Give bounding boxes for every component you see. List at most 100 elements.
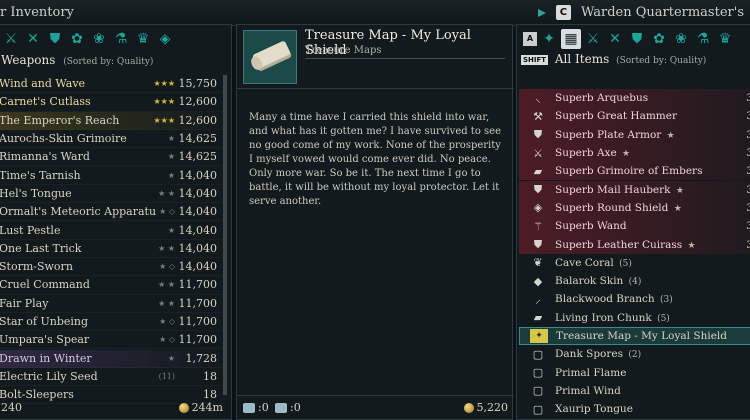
- coin-icon: [178, 403, 189, 413]
- list-item[interactable]: Carnet's Cutlass ★★★ 12,600: [0, 93, 227, 112]
- item-icon: ▰: [533, 164, 543, 178]
- item-name: Cave Coral (5): [555, 257, 745, 269]
- inventory-title: r Inventory: [0, 5, 74, 20]
- item-icon: ▢: [532, 384, 544, 398]
- list-item[interactable]: ▢ Xaurip Tongue: [519, 400, 750, 418]
- potion-icon[interactable]: ⚗: [111, 29, 131, 49]
- item-name-text: Superb Axe: [555, 147, 617, 160]
- quality-stars: (11): [158, 371, 175, 381]
- item-name: Wind and Wave: [0, 77, 86, 91]
- list-item[interactable]: ⸝ Blackwood Branch (3): [519, 290, 750, 308]
- item-icon: ❦: [533, 256, 543, 270]
- item-value: 12,600: [178, 95, 218, 109]
- right-sort-label[interactable]: (Sorted by: Quality): [616, 56, 706, 66]
- item-name-text: Cave Coral: [555, 256, 614, 269]
- list-item[interactable]: Lust Pestle ★ 14,040: [0, 221, 227, 240]
- item-value: 11,700: [178, 278, 218, 292]
- list-item[interactable]: ◆ Balarok Skin (4): [519, 272, 750, 290]
- sword-icon[interactable]: ⚔: [583, 29, 603, 49]
- vendor-inventory-panel: A ✦ ▦ ⚔ ✕ ⛊ ✿ ❀ ⚗ ♛ SHIFT All Items (Sor…: [516, 24, 750, 420]
- coin-icon: [463, 403, 474, 413]
- gem-icon[interactable]: ✿: [67, 29, 87, 49]
- crown-icon[interactable]: ♛: [133, 29, 153, 49]
- list-item[interactable]: Cruel Command ★ ★ 11,700: [0, 276, 227, 295]
- left-scrollbar[interactable]: [223, 75, 227, 395]
- item-count: (5): [657, 313, 670, 324]
- item-name-text: Primal Wind: [555, 384, 621, 397]
- axes-icon[interactable]: ✕: [23, 29, 43, 49]
- list-item[interactable]: Electric Lily Seed (11) 18: [0, 368, 227, 387]
- list-item[interactable]: One Last Trick ★ ★ 14,040: [0, 240, 227, 258]
- item-name: Drawn in Winter: [0, 351, 92, 365]
- list-item[interactable]: ⛊ Superb Leather Cuirass ★ 3: [519, 235, 750, 254]
- list-item[interactable]: ⛊ Superb Mail Hauberk ★ 3: [519, 180, 750, 199]
- list-item[interactable]: Aurochs-Skin Grimoire ★ 14,625: [0, 130, 227, 149]
- list-item[interactable]: Umpara's Spear ★ ◇ 11,700: [0, 331, 227, 350]
- stat-a: :0: [243, 401, 269, 414]
- left-list-header: Weapons (Sorted by: Quality): [1, 53, 153, 73]
- item-value: 11,700: [178, 315, 218, 329]
- stat-b: :0: [275, 401, 301, 414]
- list-item[interactable]: Time's Tarnish ★ 14,040: [0, 167, 227, 185]
- scroll-icon: [251, 40, 293, 72]
- list-item[interactable]: Storm-Sworn ★ ◇ 14,040: [0, 258, 227, 277]
- list-item[interactable]: The Emperor's Reach ★★★ 12,600: [0, 111, 227, 130]
- item-qty: 3: [746, 128, 750, 141]
- item-name: Primal Flame: [555, 367, 745, 379]
- item-name: Time's Tarnish: [0, 168, 81, 182]
- list-item[interactable]: Rimanna's Ward ★ 14,625: [0, 148, 227, 167]
- sword-icon[interactable]: ⚔: [1, 29, 21, 49]
- armor-icon[interactable]: ⛊: [627, 29, 647, 49]
- quality-stars: ★ ★: [158, 280, 175, 290]
- axes-icon[interactable]: ✕: [605, 29, 625, 49]
- list-item[interactable]: ✦ Treasure Map - My Loyal Shield: [519, 326, 750, 346]
- list-item[interactable]: ⛊ Superb Plate Armor ★ 3: [519, 125, 750, 144]
- list-item[interactable]: ⚚ Superb Wand 3: [519, 217, 750, 236]
- item-count: ★: [622, 149, 631, 160]
- item-icon: ⚒: [533, 109, 543, 123]
- list-item[interactable]: Drawn in Winter ★ 1,728: [0, 349, 227, 368]
- chest-icon[interactable]: ▦: [561, 29, 581, 49]
- list-item[interactable]: Wind and Wave ★★★ 15,750: [0, 75, 227, 94]
- item-name-text: Blackwood Branch: [555, 293, 655, 306]
- flowers-icon[interactable]: ❀: [89, 29, 109, 49]
- list-item[interactable]: ▰ Living Iron Chunk (5): [519, 309, 750, 327]
- item-count: 240: [1, 401, 22, 414]
- item-icon: ✦: [530, 329, 548, 344]
- item-qty: 3: [746, 183, 750, 196]
- quality-stars: ★★★: [153, 79, 175, 89]
- favorite-icon[interactable]: ✦: [539, 29, 559, 49]
- item-name: Balarok Skin (4): [555, 275, 745, 287]
- crown-icon[interactable]: ♛: [715, 29, 735, 49]
- quality-stars: ★ ★: [158, 188, 175, 198]
- list-item[interactable]: Fair Play ★ ★ 11,700: [0, 295, 227, 313]
- gem-icon[interactable]: ✿: [649, 29, 669, 49]
- list-item[interactable]: ◈ Superb Round Shield ★ 3: [519, 198, 750, 218]
- item-name: Umpara's Spear: [0, 333, 90, 347]
- diamond-icon[interactable]: ◈: [155, 29, 175, 49]
- left-sort-label[interactable]: (Sorted by: Quality): [63, 57, 153, 67]
- coins-readout: 5,220: [463, 401, 508, 414]
- list-item[interactable]: ▢ Dank Spores (2): [519, 345, 750, 363]
- item-name-text: Superb Round Shield: [555, 201, 669, 214]
- quality-stars: ★★★: [153, 115, 175, 125]
- item-icon: ◆: [533, 274, 543, 288]
- item-value: 12,600: [178, 113, 218, 127]
- list-item[interactable]: ⸜ Superb Arquebus 3: [519, 89, 750, 108]
- flowers-icon[interactable]: ❀: [671, 29, 691, 49]
- item-name: Ormalt's Meteoric Apparatus: [0, 205, 157, 219]
- list-item[interactable]: ▢ Primal Flame: [519, 364, 750, 382]
- list-item[interactable]: Ormalt's Meteoric Apparatus ★ ◇ 14,040: [0, 203, 227, 222]
- list-item[interactable]: ⚔ Superb Axe ★ 3: [519, 143, 750, 163]
- list-item[interactable]: ⚒ Superb Great Hammer 3: [519, 107, 750, 126]
- list-item[interactable]: ▰ Superb Grimoire of Embers 3: [519, 162, 750, 181]
- armor-icon[interactable]: ⛊: [45, 29, 65, 49]
- list-item[interactable]: Hel's Tongue ★ ★ 14,040: [0, 185, 227, 204]
- potion-icon[interactable]: ⚗: [693, 29, 713, 49]
- list-item[interactable]: Star of Unbeing ★ ◇ 11,700: [0, 313, 227, 332]
- list-item[interactable]: ❦ Cave Coral (5): [519, 254, 750, 272]
- item-name: Xaurip Tongue: [555, 403, 745, 415]
- item-name: Superb Leather Cuirass ★: [555, 239, 745, 251]
- list-item[interactable]: ▢ Primal Wind: [519, 382, 750, 400]
- item-count: ★: [675, 185, 684, 196]
